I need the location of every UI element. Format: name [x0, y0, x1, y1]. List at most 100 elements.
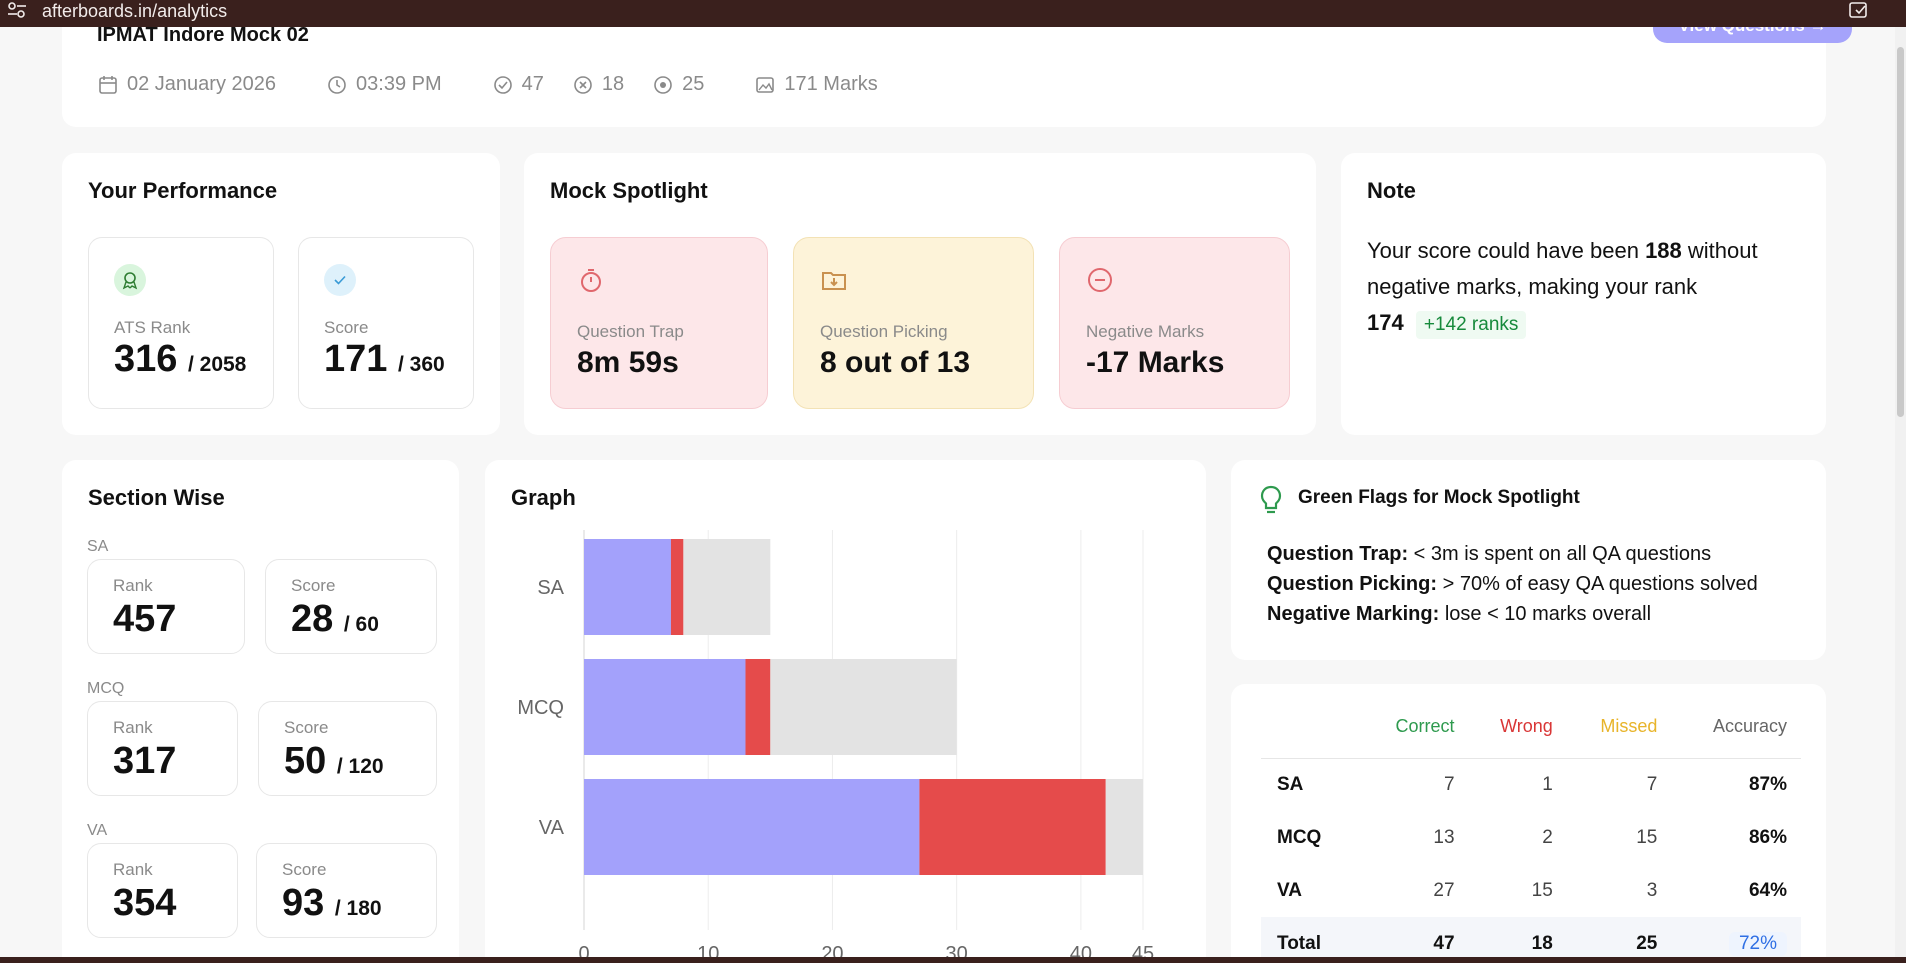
minus-circle-icon — [1088, 268, 1112, 292]
mock-title: IPMAT Indore Mock 02 — [97, 27, 309, 46]
ats-rank-box: ATS Rank 316 / 2058 — [88, 237, 274, 409]
sa-score-value: 28 / 60 — [291, 598, 379, 640]
row-correct: 47 — [1361, 917, 1469, 957]
x-tick-label: 40 — [1070, 943, 1092, 957]
date-item: 02 January 2026 — [97, 73, 276, 96]
skipped-item: 25 — [652, 73, 704, 96]
dot-circle-icon — [654, 75, 672, 94]
negative-marks-label: Negative Marks — [1086, 322, 1205, 341]
section-stacked-bar-chart: SA MCQ VA 0 10 20 30 40 45 — [517, 530, 1154, 957]
window-bottom-edge — [0, 957, 1906, 963]
wrong-item: 18 — [572, 73, 624, 96]
row-missed: 7 — [1646, 773, 1658, 795]
total-marks: 171 Marks — [784, 73, 878, 95]
question-trap-label: Question Trap — [577, 322, 684, 341]
score-box: Score 171 / 360 — [298, 237, 474, 409]
row-correct: 27 — [1433, 879, 1455, 901]
row-wrong: 1 — [1542, 773, 1553, 795]
bar-segment — [584, 779, 920, 875]
mcq-rank-box: Rank 317 — [87, 701, 238, 796]
bar-segment — [683, 539, 771, 635]
row-section: SA — [1277, 773, 1304, 795]
row-accuracy: 64% — [1748, 879, 1787, 901]
question-picking-label: Question Picking — [820, 322, 948, 341]
negative-marks-box: Negative Marks -17 Marks — [1059, 237, 1290, 409]
ats-rank-label: ATS Rank — [114, 318, 191, 337]
x-tick-label: 0 — [578, 943, 589, 957]
accuracy-table-card: Correct Wrong Missed Accuracy SA 7 1 7 8… — [1231, 684, 1826, 957]
mcq-score-box: Score 50 / 120 — [258, 701, 437, 796]
mcq-rank-value: 317 — [113, 740, 177, 782]
mcq-rank-label: Rank — [113, 718, 153, 737]
bar-segment — [670, 539, 684, 635]
row-section: VA — [1277, 879, 1302, 901]
total-accuracy-badge: 72% — [1728, 931, 1787, 956]
note-potential-rank: 174 — [1367, 310, 1404, 335]
header-accuracy: Accuracy — [1671, 696, 1801, 759]
view-questions-button[interactable]: View Questions → — [1653, 27, 1852, 43]
header-section — [1261, 696, 1361, 759]
bar-segment — [584, 539, 671, 635]
flag-negative-marking: Negative Marking: lose < 10 marks overal… — [1267, 603, 1652, 625]
site-settings-icon[interactable] — [6, 1, 28, 19]
section-label-va: VA — [87, 822, 108, 839]
image-icon — [756, 76, 775, 93]
x-tick-label: 30 — [946, 943, 968, 957]
wrong-count: 18 — [601, 73, 625, 95]
check-badge-icon — [324, 264, 356, 296]
category-label: MCQ — [517, 697, 564, 719]
header-missed: Missed — [1566, 696, 1672, 759]
browser-address-bar: afterboards.in/analytics — [0, 0, 1906, 27]
sa-score-box: Score 28 / 60 — [265, 559, 437, 654]
note-card: Note Your score could have been 188 with… — [1341, 153, 1826, 435]
va-rank-label: Rank — [113, 860, 153, 879]
x-circle-icon — [574, 75, 592, 94]
x-tick-label: 45 — [1132, 943, 1154, 957]
note-title: Note — [1367, 178, 1416, 203]
va-rank-box: Rank 354 — [87, 843, 238, 938]
question-trap-value: 8m 59s — [577, 346, 679, 379]
question-picking-value: 8 out of 13 — [820, 346, 971, 379]
table-row: SA 7 1 7 87% — [1261, 758, 1801, 811]
sa-rank-label: Rank — [113, 576, 153, 595]
clock-icon — [328, 75, 346, 94]
table-row: MCQ 13 2 15 86% — [1261, 811, 1801, 864]
spotlight-card: Mock Spotlight Question Trap 8m 59s Ques… — [524, 153, 1316, 435]
row-section: Total — [1261, 917, 1361, 957]
x-tick-label: 20 — [821, 943, 843, 957]
performance-card: Your Performance ATS Rank 316 / 2058 Sco… — [62, 153, 500, 435]
bar-segment — [919, 779, 1106, 875]
graph-card: Graph SA MCQ VA 0 10 20 30 40 45 — [485, 460, 1206, 957]
section-label-mcq: MCQ — [87, 680, 125, 697]
section-wise-title: Section Wise — [88, 485, 225, 510]
section-label-sa: SA — [87, 538, 109, 555]
performance-title: Your Performance — [88, 178, 278, 203]
row-missed: 3 — [1646, 879, 1658, 901]
accuracy-table: Correct Wrong Missed Accuracy SA 7 1 7 8… — [1261, 696, 1801, 957]
url-text[interactable]: afterboards.in/analytics — [42, 1, 227, 22]
page-viewport: IPMAT Indore Mock 02 View Questions → 02… — [0, 27, 1895, 957]
lightbulb-icon — [1260, 485, 1282, 514]
spotlight-title: Mock Spotlight — [550, 178, 708, 203]
bar-segment — [1105, 779, 1143, 875]
score-label: Score — [324, 318, 369, 337]
marks-item: 171 Marks — [754, 73, 878, 96]
folder-download-icon — [822, 272, 846, 290]
mcq-score-label: Score — [284, 718, 329, 737]
page-scrollbar[interactable] — [1895, 27, 1906, 957]
row-accuracy: 86% — [1748, 826, 1787, 848]
flag-question-trap: Question Trap: < 3m is spent on all QA q… — [1267, 543, 1712, 565]
extension-icon[interactable] — [1848, 1, 1870, 19]
scrollbar-thumb[interactable] — [1897, 47, 1904, 417]
correct-count: 47 — [521, 73, 544, 95]
row-correct: 13 — [1433, 826, 1455, 848]
calendar-icon — [99, 75, 117, 94]
sa-rank-value: 457 — [113, 598, 177, 640]
ranks-gain-badge: +142 ranks — [1415, 311, 1527, 339]
mock-time: 03:39 PM — [356, 73, 442, 95]
green-flags-title: Green Flags for Mock Spotlight — [1298, 487, 1580, 508]
row-missed: 15 — [1636, 826, 1658, 848]
row-wrong: 2 — [1542, 826, 1553, 848]
bar-segment — [584, 659, 746, 755]
time-item: 03:39 PM — [326, 73, 442, 96]
